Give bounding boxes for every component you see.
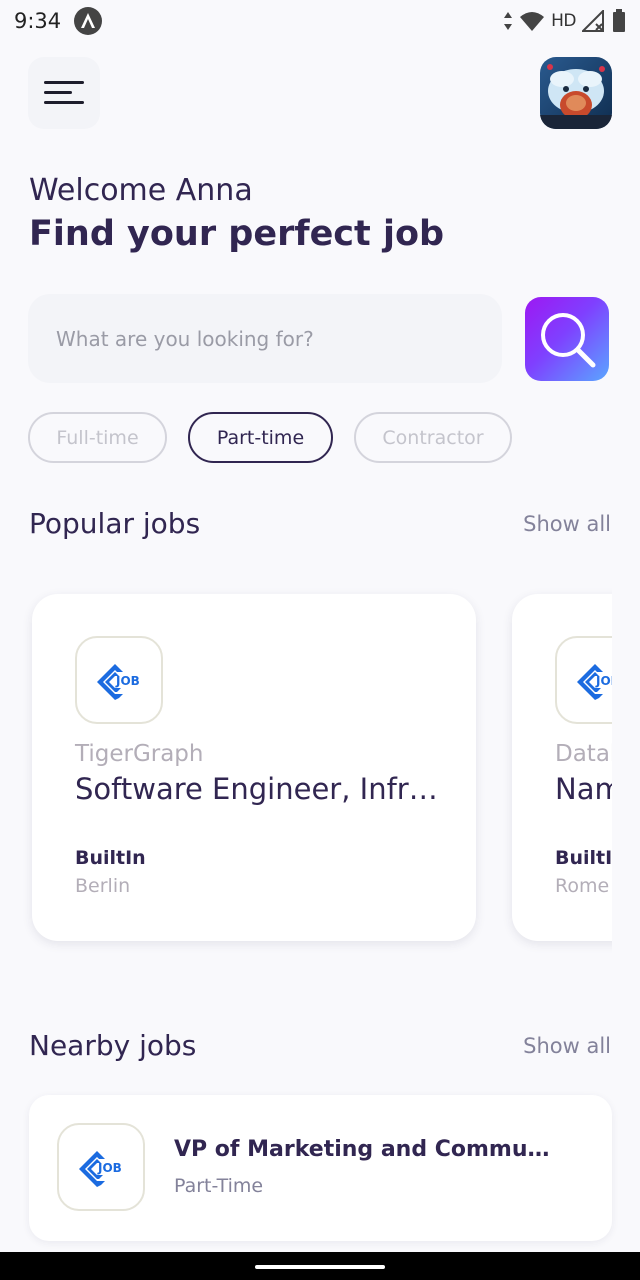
welcome-text: Welcome Anna bbox=[29, 173, 253, 208]
system-nav-bar bbox=[0, 1252, 640, 1280]
nearby-job-type: Part-Time bbox=[174, 1175, 264, 1197]
job-location: Rome bbox=[555, 875, 610, 897]
company-logo: JOB bbox=[57, 1123, 145, 1211]
search-container bbox=[28, 294, 502, 383]
job-location: Berlin bbox=[75, 875, 131, 897]
popular-job-card[interactable]: JOB Datab Nam BuiltI Rome bbox=[512, 594, 612, 941]
page-headline: Find your perfect job bbox=[29, 214, 445, 254]
network-type-label: HD bbox=[551, 11, 576, 31]
job-logo-icon: JOB bbox=[79, 1151, 122, 1187]
menu-icon bbox=[44, 81, 84, 104]
home-indicator[interactable] bbox=[255, 1265, 385, 1269]
wifi-icon bbox=[520, 12, 545, 31]
search-button[interactable] bbox=[525, 297, 609, 381]
job-type-chip-part-time[interactable]: Part-time bbox=[188, 412, 333, 463]
svg-text:JOB: JOB bbox=[97, 1161, 122, 1175]
company-logo: JOB bbox=[75, 636, 163, 724]
svg-text:JOB: JOB bbox=[595, 674, 612, 688]
job-type-chip-contractor[interactable]: Contractor bbox=[354, 412, 512, 463]
svg-text:JOB: JOB bbox=[115, 674, 140, 688]
company-logo: JOB bbox=[555, 636, 612, 724]
search-input[interactable] bbox=[28, 294, 502, 383]
job-title: Software Engineer, Infra... bbox=[75, 772, 445, 806]
nearby-jobs-title: Nearby jobs bbox=[29, 1029, 197, 1062]
job-publisher: BuiltIn bbox=[75, 847, 146, 869]
popular-show-all-link[interactable]: Show all bbox=[523, 512, 611, 536]
nearby-show-all-link[interactable]: Show all bbox=[523, 1034, 611, 1058]
popular-jobs-title: Popular jobs bbox=[29, 507, 201, 540]
profile-avatar[interactable] bbox=[540, 57, 612, 129]
nearby-job-title: VP of Marketing and Communi... bbox=[174, 1137, 564, 1162]
popular-jobs-carousel[interactable]: JOB TigerGraph Software Engineer, Infra.… bbox=[0, 570, 612, 970]
job-publisher: BuiltI bbox=[555, 847, 612, 869]
popular-job-card[interactable]: JOB TigerGraph Software Engineer, Infra.… bbox=[32, 594, 476, 941]
signal-icon bbox=[582, 10, 604, 32]
menu-button[interactable] bbox=[28, 57, 100, 129]
job-company: Datab bbox=[555, 741, 612, 767]
app-screen: 9:34 HD Welcome Anna Find your perfect j… bbox=[0, 0, 640, 1280]
job-type-chip-full-time[interactable]: Full-time bbox=[28, 412, 167, 463]
nearby-job-card[interactable]: JOB VP of Marketing and Communi... Part-… bbox=[29, 1095, 612, 1241]
job-company: TigerGraph bbox=[75, 741, 204, 767]
status-time: 9:34 bbox=[14, 9, 62, 33]
notification-app-icon bbox=[74, 7, 102, 35]
search-icon bbox=[541, 313, 596, 368]
job-logo-icon: JOB bbox=[97, 664, 140, 700]
job-title: Nam bbox=[555, 772, 612, 806]
battery-icon bbox=[613, 9, 625, 32]
job-logo-icon: JOB bbox=[577, 664, 612, 700]
status-icons: HD bbox=[503, 8, 626, 34]
status-bar: 9:34 HD bbox=[0, 0, 640, 44]
data-transfer-icon bbox=[504, 12, 513, 30]
